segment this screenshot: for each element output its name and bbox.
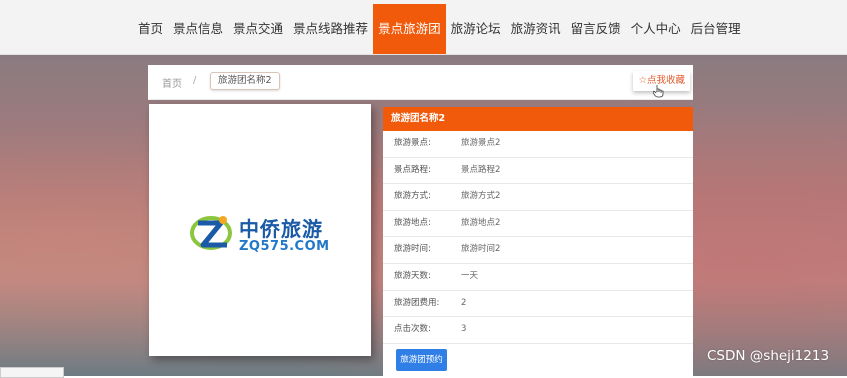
detail-value: 旅游地点2 <box>461 217 501 228</box>
detail-value: 2 <box>461 297 467 308</box>
main-nav: 首页 景点信息 景点交通 景点线路推荐 景点旅游团 旅游论坛 旅游资讯 留言反馈… <box>133 4 746 54</box>
detail-value: 旅游景点2 <box>461 138 501 148</box>
detail-key: 旅游方式: <box>394 191 431 202</box>
detail-value: 3 <box>461 324 467 335</box>
logo-text-cn: 中侨旅游 <box>239 217 323 241</box>
detail-title: 旅游团名称2 <box>383 107 693 131</box>
detail-key: 旅游时间: <box>394 244 431 255</box>
detail-row-attraction: 旅游景点: 旅游景点2 <box>383 131 693 158</box>
nav-item-news[interactable]: 旅游资讯 <box>506 4 566 54</box>
hand-cursor-icon <box>653 85 664 98</box>
breadcrumb-home[interactable]: 首页 <box>162 75 182 90</box>
nav-item-feedback[interactable]: 留言反馈 <box>566 4 626 54</box>
watermark: CSDN @sheji1213 <box>707 348 830 364</box>
detail-value: 旅游时间2 <box>461 244 501 255</box>
nav-item-home[interactable]: 首页 <box>133 4 168 54</box>
nav-item-admin[interactable]: 后台管理 <box>686 4 746 54</box>
nav-item-tour-groups[interactable]: 景点旅游团 <box>373 4 446 54</box>
breadcrumb-separator: / <box>193 75 197 86</box>
book-row: 旅游团预约 <box>383 344 693 374</box>
detail-key: 旅游地点: <box>394 217 431 228</box>
top-navbar: 首页 景点信息 景点交通 景点线路推荐 景点旅游团 旅游论坛 旅游资讯 留言反馈… <box>0 0 847 55</box>
nav-item-transport[interactable]: 景点交通 <box>228 4 288 54</box>
detail-row-location: 旅游地点: 旅游地点2 <box>383 211 693 238</box>
tour-image-panel: 中侨旅游 ZQ575.COM <box>149 104 371 356</box>
nav-item-routes[interactable]: 景点线路推荐 <box>288 4 373 54</box>
detail-row-distance: 景点路程: 景点路程2 <box>383 158 693 185</box>
book-tour-button[interactable]: 旅游团预约 <box>396 348 447 371</box>
detail-row-clicks: 点击次数: 3 <box>383 317 693 344</box>
detail-row-mode: 旅游方式: 旅游方式2 <box>383 184 693 211</box>
nav-item-profile[interactable]: 个人中心 <box>626 4 686 54</box>
tour-detail-panel: 旅游团名称2 旅游景点: 旅游景点2 景点路程: 景点路程2 旅游方式: 旅游方… <box>383 107 693 376</box>
detail-value: 景点路程2 <box>461 164 501 175</box>
detail-key: 旅游景点: <box>394 138 431 148</box>
detail-value: 旅游方式2 <box>461 191 501 202</box>
logo-mark-icon <box>190 216 232 250</box>
nav-item-forum[interactable]: 旅游论坛 <box>446 4 506 54</box>
detail-row-fee: 旅游团费用: 2 <box>383 291 693 318</box>
detail-key: 旅游天数: <box>394 270 431 281</box>
detail-key: 景点路程: <box>394 164 431 175</box>
breadcrumb-current: 旅游团名称2 <box>210 72 280 90</box>
logo-text-en: ZQ575.COM <box>239 239 330 254</box>
breadcrumb: 首页 / 旅游团名称2 ☆点我收藏 <box>148 65 693 100</box>
detail-key: 旅游团费用: <box>394 297 440 308</box>
detail-row-time: 旅游时间: 旅游时间2 <box>383 237 693 264</box>
company-logo: 中侨旅游 ZQ575.COM <box>189 209 329 257</box>
detail-key: 点击次数: <box>394 324 431 335</box>
detail-value: 一天 <box>461 270 479 281</box>
detail-row-days: 旅游天数: 一天 <box>383 264 693 291</box>
nav-item-attractions[interactable]: 景点信息 <box>168 4 228 54</box>
browser-status-bar <box>0 367 64 378</box>
